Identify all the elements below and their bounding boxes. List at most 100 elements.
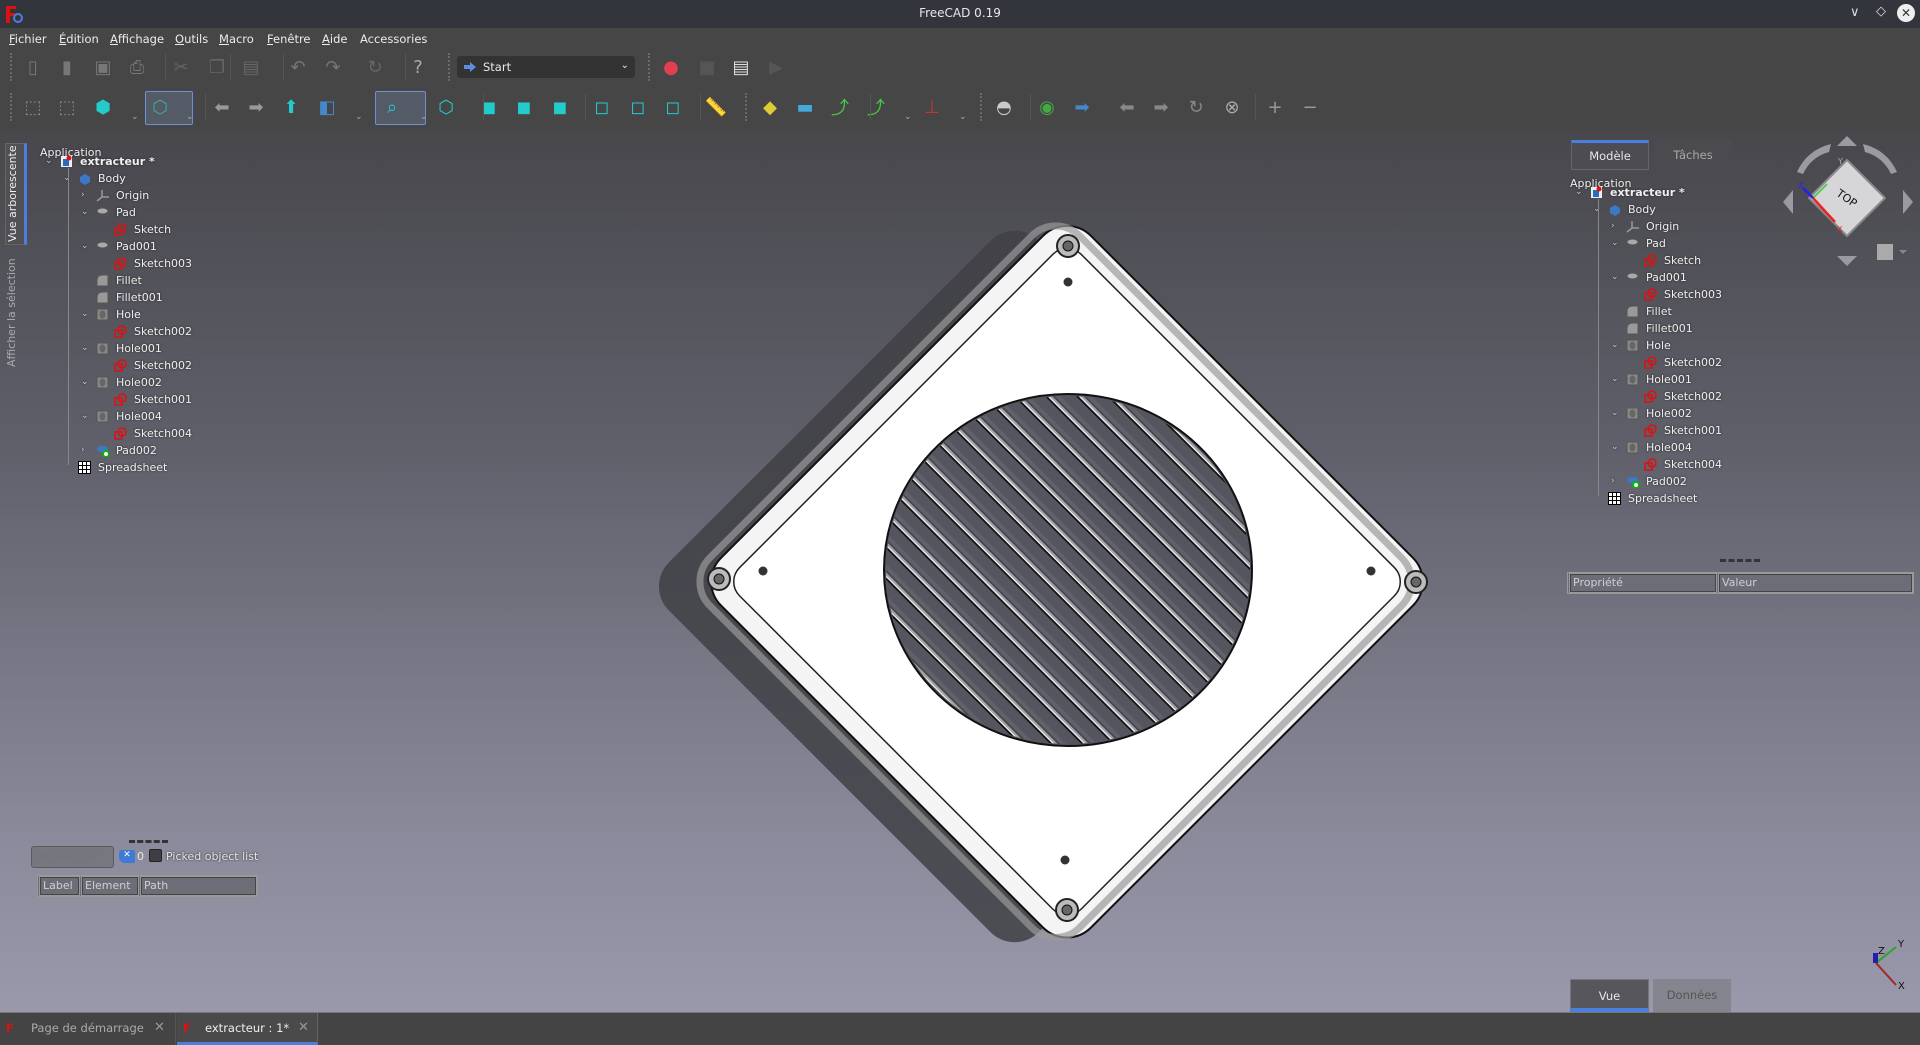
- select-box-icon[interactable]: ⬚: [21, 95, 45, 119]
- navigation-cube[interactable]: TOP X Y Z: [1775, 132, 1920, 272]
- toolbar-grip[interactable]: [10, 93, 13, 121]
- chevron-down-icon[interactable]: ⌄: [1611, 269, 1619, 286]
- menu-fichier[interactable]: Fichier: [9, 32, 47, 46]
- toolbar-grip[interactable]: [448, 53, 451, 81]
- record-macro-icon[interactable]: ●: [659, 55, 683, 79]
- tree-item[interactable]: ⌄ extracteur *: [0, 184, 1685, 201]
- print-icon[interactable]: ⎙: [125, 55, 149, 79]
- stop-macro-icon[interactable]: ■: [695, 55, 719, 79]
- tree-item[interactable]: Sketch004: [0, 456, 1722, 473]
- measure-icon[interactable]: 📏: [704, 95, 728, 119]
- menu-macro[interactable]: Macro: [219, 32, 254, 46]
- chevron-down-icon[interactable]: ⌄: [1611, 235, 1619, 252]
- tree-item[interactable]: Sketch001: [0, 422, 1722, 439]
- std-view-menu-icon[interactable]: ◧: [315, 95, 339, 119]
- column-property[interactable]: Propriété: [1569, 573, 1717, 593]
- web-refresh-icon[interactable]: ➡: [1149, 95, 1173, 119]
- chevron-down-icon[interactable]: ⌄: [81, 204, 89, 221]
- top-icon[interactable]: ◼: [512, 95, 536, 119]
- placement-icon[interactable]: ⊥: [920, 95, 944, 119]
- copy-icon[interactable]: ❐: [205, 55, 229, 79]
- picked-object-checkbox[interactable]: [149, 849, 162, 862]
- undo-icon[interactable]: ↶: [286, 55, 310, 79]
- chevron-down-icon[interactable]: ⌄: [81, 374, 89, 391]
- macro-editor-icon[interactable]: ▤: [729, 55, 753, 79]
- web-back-icon[interactable]: ➡: [1070, 95, 1094, 119]
- chevron-right-icon[interactable]: ›: [1611, 473, 1615, 490]
- chevron-down-icon[interactable]: ⌄: [81, 408, 89, 425]
- whats-this-icon[interactable]: ?: [406, 55, 430, 79]
- chevron-down-icon[interactable]: ⌄: [1611, 371, 1619, 388]
- chevron-down-icon[interactable]: ⌄: [81, 340, 89, 357]
- tree-item[interactable]: Sketch002: [0, 354, 1722, 371]
- tree-item[interactable]: Fillet: [0, 303, 1672, 320]
- splitter-handle[interactable]: [1720, 559, 1760, 562]
- save-icon[interactable]: ▣: [91, 55, 115, 79]
- tab-model[interactable]: Modèle: [1571, 140, 1649, 170]
- back-icon[interactable]: ⬅: [210, 95, 234, 119]
- dropdown-arrow-icon[interactable]: ⌄: [131, 112, 139, 122]
- tree-item[interactable]: ⌄ Pad: [0, 235, 1666, 252]
- web-next-icon[interactable]: ⬅: [1115, 95, 1139, 119]
- tab-view[interactable]: Vue: [1570, 979, 1649, 1012]
- box-zoom-icon[interactable]: ⬚: [55, 95, 79, 119]
- left-icon[interactable]: ◻: [661, 95, 685, 119]
- right-icon[interactable]: ◼: [548, 95, 572, 119]
- selection-filter-icon[interactable]: ⬡: [148, 95, 172, 119]
- dropdown-arrow-icon[interactable]: ⌄: [904, 112, 912, 122]
- dropdown-arrow-icon[interactable]: ⌄: [186, 112, 194, 122]
- chevron-down-icon[interactable]: ⌄: [1611, 439, 1619, 456]
- sync-view-icon[interactable]: ⬆: [279, 95, 303, 119]
- front-icon[interactable]: ◼: [477, 95, 501, 119]
- workbench-selector[interactable]: Start ⌄: [457, 56, 635, 78]
- new-document-icon[interactable]: ▯: [21, 55, 45, 79]
- column-label[interactable]: Label: [39, 876, 80, 896]
- clear-search-icon[interactable]: ✕: [119, 850, 135, 863]
- tab-data[interactable]: Données: [1653, 979, 1731, 1012]
- chevron-right-icon[interactable]: ›: [81, 442, 85, 459]
- view-menu-icon[interactable]: [1877, 244, 1907, 260]
- cut-icon[interactable]: ✂: [169, 55, 193, 79]
- tree-item[interactable]: Sketch003: [0, 286, 1722, 303]
- tree-item[interactable]: ⌄ Body: [0, 201, 1656, 218]
- tab-selection-view[interactable]: Afficher la sélection: [5, 257, 27, 369]
- menu-affichage[interactable]: Affichage: [110, 32, 164, 46]
- menu-edition[interactable]: Édition: [59, 32, 99, 46]
- zoom-out-icon[interactable]: −: [1298, 95, 1322, 119]
- tree-item[interactable]: Spreadsheet: [0, 490, 1697, 507]
- run-macro-icon[interactable]: ▶: [764, 55, 788, 79]
- forward-icon[interactable]: ➡: [244, 95, 268, 119]
- chevron-right-icon[interactable]: ›: [1611, 218, 1615, 235]
- web-stop-icon[interactable]: ↻: [1184, 95, 1208, 119]
- link-icon[interactable]: ⤴: [828, 95, 852, 119]
- chevron-down-icon[interactable]: ⌄: [81, 238, 89, 255]
- tree-item[interactable]: Fillet001: [0, 320, 1693, 337]
- restore-icon[interactable]: ◇: [1876, 4, 1886, 19]
- tab-start-page[interactable]: F Page de démarrage ✕: [0, 1013, 176, 1045]
- rear-icon[interactable]: ◻: [590, 95, 614, 119]
- web-go-icon[interactable]: ◉: [1035, 95, 1059, 119]
- tree-item[interactable]: ⌄ Hole002: [0, 405, 1692, 422]
- group-icon[interactable]: ▬: [793, 95, 817, 119]
- paste-icon[interactable]: ▤: [239, 55, 263, 79]
- model-render[interactable]: [0, 130, 1920, 1012]
- chevron-down-icon[interactable]: ⌄: [45, 153, 53, 170]
- chevron-right-icon[interactable]: ›: [81, 187, 85, 204]
- column-path[interactable]: Path: [140, 876, 257, 896]
- tree-item[interactable]: Sketch: [0, 252, 1701, 269]
- refresh-icon[interactable]: ↻: [363, 55, 387, 79]
- tree-item[interactable]: ⌄ Pad001: [0, 269, 1687, 286]
- tab-tree-view[interactable]: Vue arborescente: [5, 143, 27, 245]
- column-element[interactable]: Element: [81, 876, 139, 896]
- redo-icon[interactable]: ↷: [321, 55, 345, 79]
- tree-item[interactable]: › Origin: [0, 218, 1679, 235]
- close-tab-icon[interactable]: ✕: [154, 1020, 165, 1035]
- chevron-down-icon[interactable]: ⌄: [63, 170, 71, 187]
- menu-accessories[interactable]: Accessories: [360, 32, 427, 46]
- tree-item[interactable]: ⌄ Hole004: [0, 439, 1692, 456]
- fit-all-icon[interactable]: ⌕: [380, 95, 404, 119]
- splitter-handle[interactable]: [129, 840, 168, 843]
- chevron-down-icon[interactable]: ⌄: [1611, 337, 1619, 354]
- dropdown-arrow-icon[interactable]: ⌄: [959, 112, 967, 122]
- toolbar-grip[interactable]: [648, 53, 651, 81]
